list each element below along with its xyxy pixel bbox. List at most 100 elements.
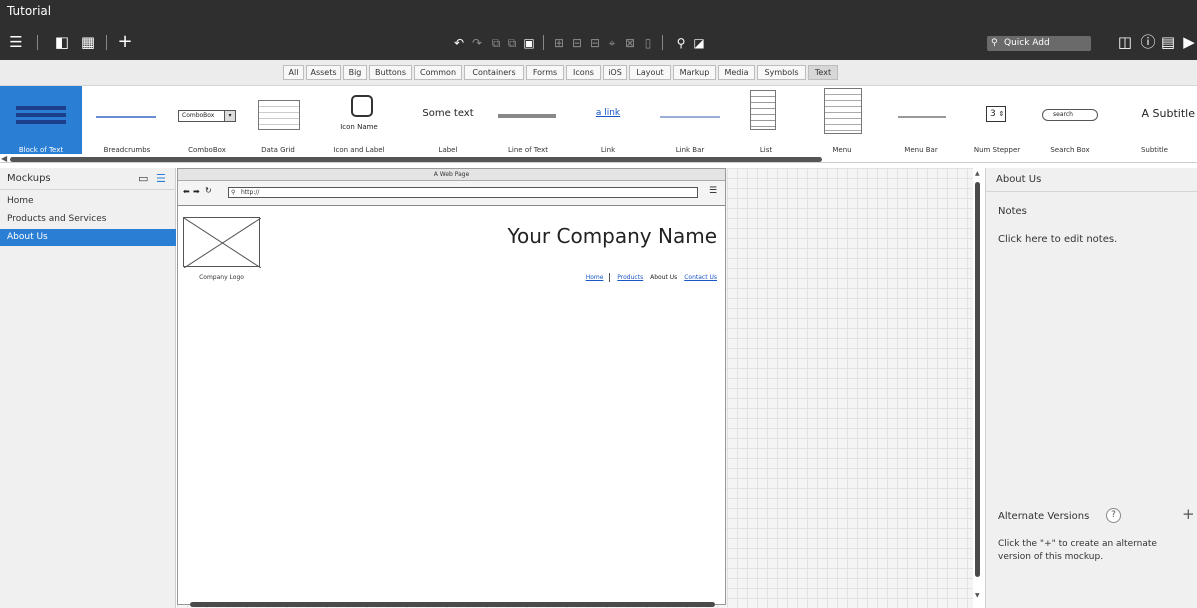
site-link-products: Products: [617, 274, 644, 281]
filter-common[interactable]: Common: [414, 65, 462, 80]
search-icon: ⚲: [991, 38, 998, 48]
library-item-num-stepper[interactable]: 3 ⇕ Num Stepper: [966, 86, 1028, 154]
quick-add-placeholder: Quick Add: [1004, 38, 1050, 48]
library-item-subtitle[interactable]: A Subtitle Subtitle: [1112, 86, 1197, 154]
mockup-item-products[interactable]: Products and Services: [0, 211, 176, 228]
search-icon[interactable]: ⚲: [674, 36, 688, 50]
library-label: Breadcrumbs: [103, 146, 151, 154]
library-label: ComboBox: [188, 146, 226, 154]
library-item-search-box[interactable]: search Search Box: [1034, 86, 1106, 154]
notes-field[interactable]: Click here to edit notes.: [998, 234, 1117, 245]
library-item-data-grid[interactable]: Data Grid: [246, 86, 310, 154]
library-label: Label: [438, 146, 458, 154]
filter-big[interactable]: Big: [343, 65, 367, 80]
inspector-panel: About Us Notes Click here to edit notes.…: [985, 168, 1197, 608]
scroll-up-icon[interactable]: ▲: [975, 170, 980, 177]
scroll-thumb[interactable]: [975, 182, 980, 577]
quick-add-input[interactable]: ⚲ Quick Add: [987, 36, 1091, 51]
clipboard-icon[interactable]: ▣: [522, 36, 536, 50]
redo-icon[interactable]: ↷: [470, 36, 484, 50]
distribute-icon[interactable]: ⊟: [588, 36, 602, 50]
grid-view-icon[interactable]: ▦: [80, 33, 96, 51]
app-title: Tutorial: [7, 4, 52, 18]
ui-library: Block of Text Breadcrumbs ComboBox ▾ Com…: [0, 86, 1197, 163]
library-label: Subtitle: [1140, 146, 1168, 154]
app-window: Tutorial ☰ ◧ ▦ + ↶ ↷ ⧉ ⧉ ▣ ⊞ ⊟ ⊟ ⌖ ⊠ ▯ ⚲…: [0, 0, 1197, 608]
library-item-line-of-text[interactable]: Line of Text: [492, 86, 564, 154]
refresh-icon: ↻: [205, 186, 212, 195]
library-item-menu-bar[interactable]: Menu Bar: [884, 86, 958, 154]
group-icon[interactable]: ⊞: [552, 36, 566, 50]
library-item-label[interactable]: Some text Label: [408, 86, 488, 154]
scroll-down-icon[interactable]: ▼: [975, 592, 980, 599]
help-icon[interactable]: ?: [1106, 508, 1121, 523]
company-name-heading: Your Company Name: [507, 224, 717, 248]
library-item-list[interactable]: List: [734, 86, 798, 154]
layer-icon[interactable]: ⌖: [606, 36, 618, 50]
library-item-icon-and-label[interactable]: Icon Name Icon and Label: [314, 86, 404, 154]
library-item-menu[interactable]: Menu: [806, 86, 878, 154]
filter-markup[interactable]: Markup: [673, 65, 716, 80]
library-label: Num Stepper: [973, 146, 1021, 154]
filter-ios[interactable]: iOS: [603, 65, 627, 80]
filter-layout[interactable]: Layout: [629, 65, 671, 80]
alternate-versions-description: Click the "+" to create an alternate ver…: [998, 539, 1157, 562]
library-scrollbar[interactable]: [10, 157, 822, 162]
add-icon[interactable]: +: [116, 33, 134, 51]
align-icon[interactable]: ⊟: [570, 36, 584, 50]
library-item-breadcrumbs[interactable]: Breadcrumbs: [86, 86, 168, 154]
site-link-about-us: About Us: [650, 274, 678, 281]
list-view-icon[interactable]: ☰: [156, 172, 166, 185]
search-box-preview: search: [1042, 109, 1098, 121]
trash-icon[interactable]: ▯: [642, 36, 654, 50]
browser-window-mockup[interactable]: A Web Page ⬅ ➡ ↻ ⚲ http:// ☰ Company Log…: [177, 168, 726, 605]
canvas-vertical-scrollbar[interactable]: ▲ ▼: [975, 170, 981, 604]
library-item-block-of-text[interactable]: Block of Text: [0, 86, 82, 154]
library-item-link-bar[interactable]: Link Bar: [650, 86, 730, 154]
image-icon[interactable]: ◪: [692, 36, 706, 50]
filter-icons[interactable]: Icons: [566, 65, 601, 80]
mockup-item-about-us[interactable]: About Us: [0, 229, 176, 246]
back-icon: ⬅: [183, 187, 190, 196]
filter-assets[interactable]: Assets: [306, 65, 341, 80]
url-text: http://: [241, 189, 260, 196]
menu-icon[interactable]: ☰: [6, 33, 26, 51]
present-icon[interactable]: ▶: [1182, 33, 1196, 51]
filter-containers[interactable]: Containers: [464, 65, 524, 80]
filter-symbols[interactable]: Symbols: [757, 65, 806, 80]
paste-icon[interactable]: ⧉: [506, 36, 518, 50]
chevron-down-icon: ▾: [224, 111, 235, 121]
filter-text[interactable]: Text: [808, 65, 838, 80]
mockups-header: Mockups ▭ ☰: [0, 168, 176, 190]
resources-icon[interactable]: ◫: [1117, 33, 1133, 51]
mockup-item-home[interactable]: Home: [0, 193, 176, 210]
single-view-icon[interactable]: ◧: [54, 33, 70, 51]
thumbnail-view-icon[interactable]: ▭: [138, 172, 148, 185]
icon-name-preview: Icon Name: [340, 123, 378, 131]
notes-label: Notes: [998, 206, 1027, 217]
lock-icon[interactable]: ⊠: [624, 36, 636, 50]
filter-media[interactable]: Media: [718, 65, 755, 80]
filter-buttons[interactable]: Buttons: [369, 65, 412, 80]
filter-forms[interactable]: Forms: [526, 65, 564, 80]
library-label: List: [759, 146, 773, 154]
list-preview: [750, 90, 776, 130]
library-item-link[interactable]: a link Link: [570, 86, 646, 154]
filter-all[interactable]: All: [283, 65, 304, 80]
notes-icon[interactable]: ▤: [1160, 33, 1176, 51]
library-label: Icon and Label: [333, 146, 385, 154]
scroll-left-icon[interactable]: ◀: [1, 154, 7, 163]
copy-icon[interactable]: ⧉: [490, 36, 502, 50]
info-icon[interactable]: ⓘ: [1140, 33, 1156, 51]
canvas-horizontal-scrollbar[interactable]: [190, 602, 715, 607]
canvas[interactable]: A Web Page ⬅ ➡ ↻ ⚲ http:// ☰ Company Log…: [177, 168, 973, 608]
add-alternate-button[interactable]: +: [1182, 505, 1195, 523]
library-item-combobox[interactable]: ComboBox ▾ ComboBox: [172, 86, 242, 154]
library-label: Menu Bar: [904, 146, 938, 154]
browser-menu-icon: ☰: [709, 186, 718, 196]
label-preview: Some text: [422, 108, 474, 119]
library-label: Block of Text: [18, 146, 64, 154]
library-label: Search Box: [1050, 146, 1090, 154]
data-grid-preview: [258, 100, 300, 130]
undo-icon[interactable]: ↶: [452, 36, 466, 50]
